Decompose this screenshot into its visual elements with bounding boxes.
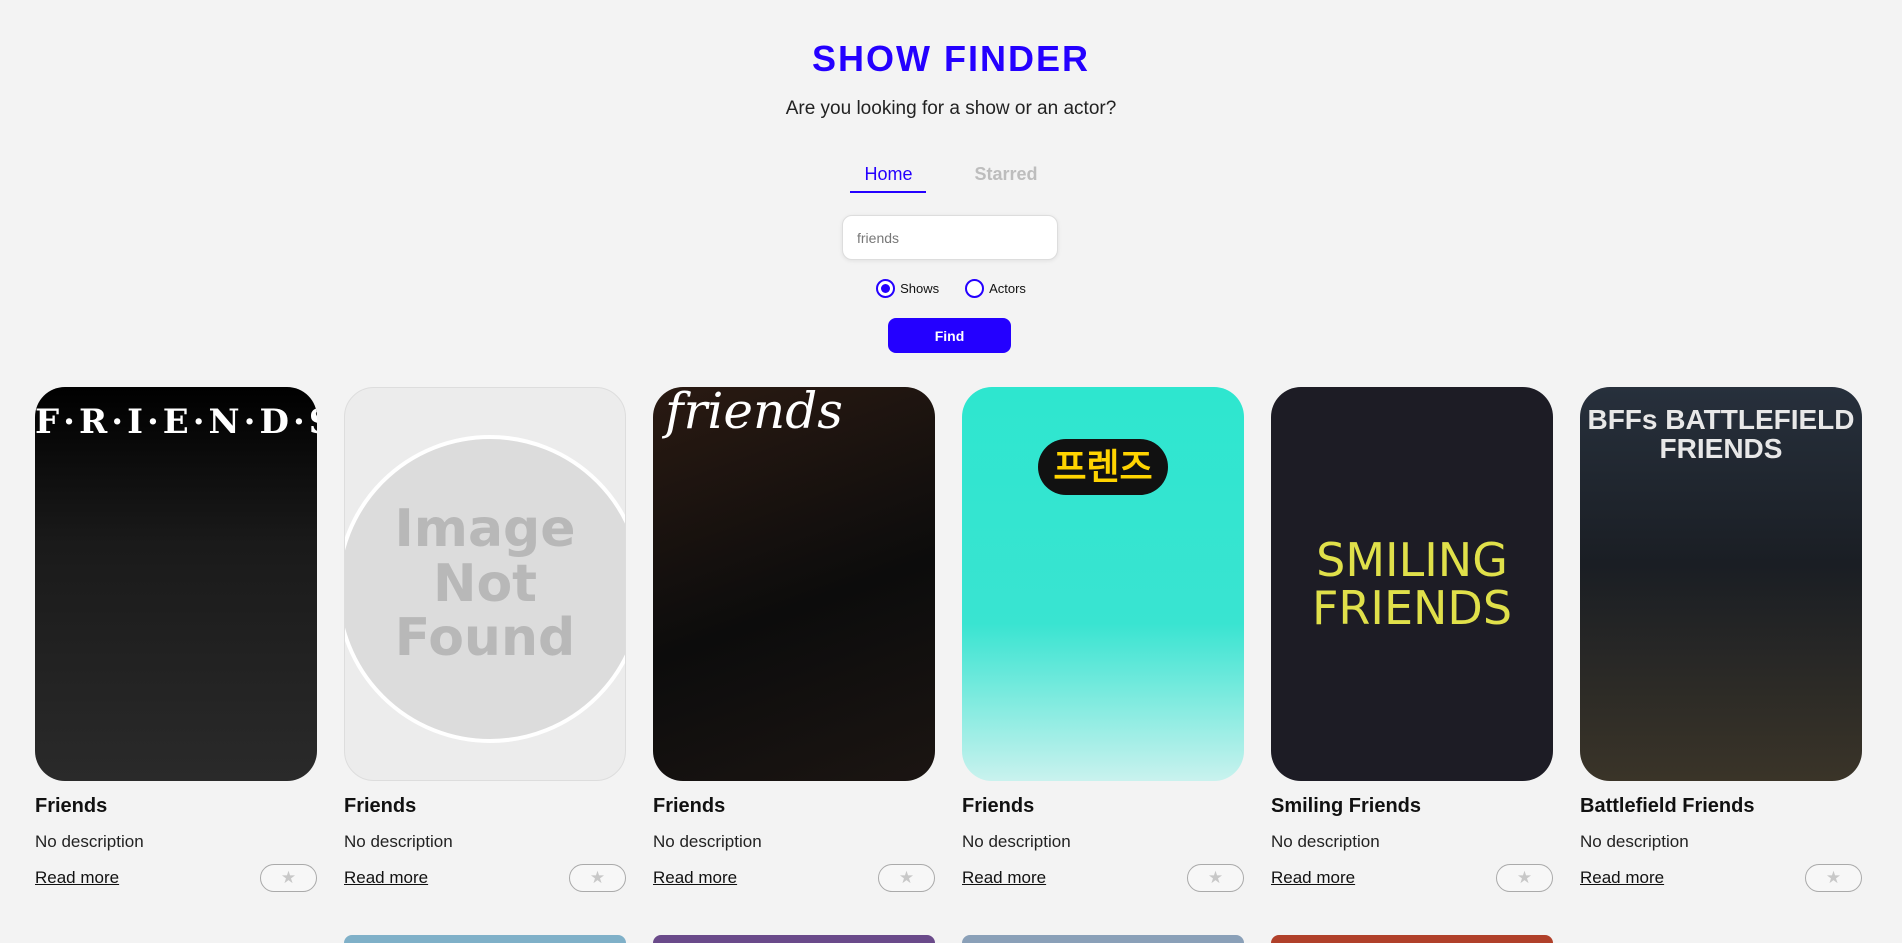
results-grid: F·R·I·E·N·D·S Friends No description Rea… (35, 387, 1862, 892)
poster-text: 프렌즈 (1038, 439, 1168, 495)
radio-actors-indicator[interactable] (965, 279, 985, 298)
show-title: Friends (962, 795, 1035, 817)
star-button[interactable]: ★ (569, 864, 626, 892)
show-poster: SMILING FRIENDS (1271, 387, 1553, 781)
star-icon: ★ (1207, 868, 1224, 887)
star-button[interactable]: ★ (878, 864, 935, 892)
card-footer: Read more ★ (653, 864, 935, 892)
card-footer: Read more ★ (1271, 864, 1553, 892)
radio-actors-label: Actors (989, 281, 1026, 296)
star-button[interactable]: ★ (260, 864, 317, 892)
read-more-link[interactable]: Read more (962, 868, 1046, 888)
show-card: 프렌즈 Friends No description Read more ★ (962, 387, 1244, 892)
show-poster: F·R·I·E·N·D·S (35, 387, 317, 781)
show-poster: 프렌즈 (962, 387, 1244, 781)
show-card: SMILING FRIENDS Smiling Friends No descr… (1271, 387, 1553, 892)
show-description: No description (962, 832, 1071, 851)
show-description: No description (1271, 832, 1380, 851)
poster-text: Image Not Found (394, 499, 576, 669)
show-card: friends Friends No description Read more… (653, 387, 935, 892)
poster-peek (344, 935, 626, 943)
show-poster: friends (653, 387, 935, 781)
poster-peek (1271, 935, 1553, 943)
search-box (842, 215, 1058, 260)
poster-peek (653, 935, 935, 943)
show-poster: Image Not Found (344, 387, 626, 781)
card-footer: Read more ★ (962, 864, 1244, 892)
show-description: No description (653, 832, 762, 851)
card-footer: Read more ★ (35, 864, 317, 892)
card-footer: Read more ★ (344, 864, 626, 892)
poster-peek (35, 935, 317, 943)
show-title: Friends (653, 795, 726, 817)
poster-text: F·R·I·E·N·D·S (35, 402, 317, 442)
nav-home-link[interactable]: Home (850, 162, 927, 193)
show-title: Friends (344, 795, 417, 817)
radio-shows-label: Shows (900, 281, 940, 296)
show-title: Smiling Friends (1271, 795, 1422, 817)
page-subtitle: Are you looking for a show or an actor? (785, 98, 1117, 119)
card-footer: Read more ★ (1580, 864, 1862, 892)
star-button[interactable]: ★ (1496, 864, 1553, 892)
star-icon: ★ (1825, 868, 1842, 887)
radio-shows-indicator[interactable] (876, 279, 896, 298)
read-more-link[interactable]: Read more (1271, 868, 1355, 888)
page-title: SHOW FINDER (812, 38, 1090, 79)
find-button[interactable]: Find (888, 318, 1011, 353)
show-title: Friends (35, 795, 108, 817)
show-card: Image Not Found Friends No description R… (344, 387, 626, 892)
poster-text: BFFs BATTLEFIELD FRIENDS (1587, 404, 1855, 465)
show-description: No description (1580, 832, 1689, 851)
star-icon: ★ (589, 868, 606, 887)
star-icon: ★ (280, 868, 297, 887)
nav-starred-link[interactable]: Starred (960, 162, 1051, 193)
read-more-link[interactable]: Read more (344, 868, 428, 888)
star-button[interactable]: ★ (1187, 864, 1244, 892)
poster-peek (1580, 935, 1862, 943)
main-nav: Home Starred (0, 162, 1902, 193)
poster-text: friends (665, 387, 843, 440)
star-icon: ★ (1516, 868, 1533, 887)
read-more-link[interactable]: Read more (1580, 868, 1664, 888)
star-icon: ★ (898, 868, 915, 887)
show-card: BFFs BATTLEFIELD FRIENDS Battlefield Fri… (1580, 387, 1862, 892)
show-description: No description (35, 832, 144, 851)
show-description: No description (344, 832, 453, 851)
read-more-link[interactable]: Read more (35, 868, 119, 888)
poster-peek (962, 935, 1244, 943)
poster-text: SMILING FRIENDS (1311, 532, 1513, 635)
radio-shows[interactable]: Shows (876, 279, 939, 298)
search-input[interactable] (843, 216, 1057, 259)
show-card: F·R·I·E·N·D·S Friends No description Rea… (35, 387, 317, 892)
show-poster: BFFs BATTLEFIELD FRIENDS (1580, 387, 1862, 781)
read-more-link[interactable]: Read more (653, 868, 737, 888)
radio-actors[interactable]: Actors (965, 279, 1026, 298)
search-type-radios: Shows Actors (0, 279, 1902, 298)
show-title: Battlefield Friends (1580, 795, 1755, 817)
next-row-peek (35, 935, 1862, 943)
star-button[interactable]: ★ (1805, 864, 1862, 892)
